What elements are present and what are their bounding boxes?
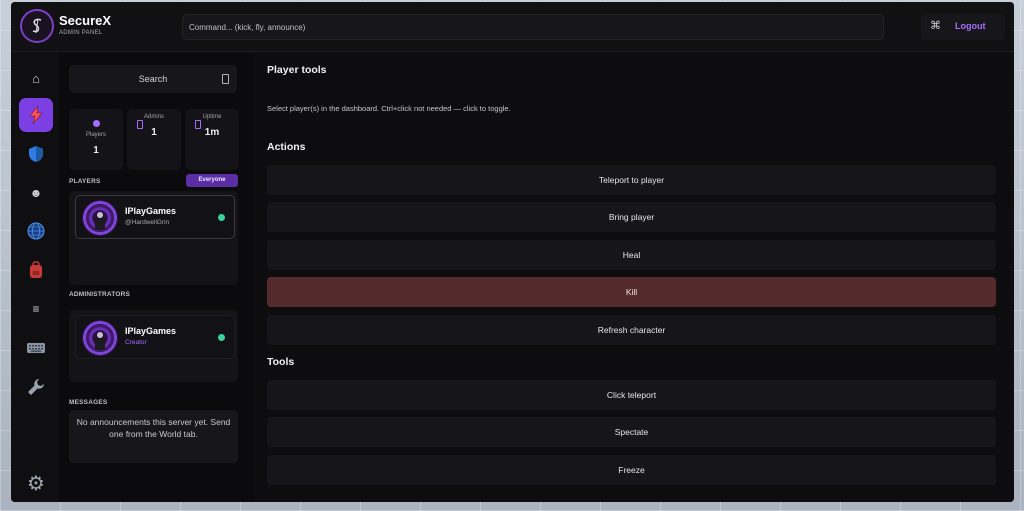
messages-section-label: MESSAGES [69, 399, 108, 406]
keyboard-icon[interactable] [19, 331, 53, 365]
players-list: IPlayGames @HardwellGrin [69, 191, 238, 285]
admin-panel-window: SecureX ADMIN PANEL ⌘ Logout ⌂ ☻ ≡ ⚙ [11, 2, 1014, 502]
search-icon [222, 74, 229, 84]
freeze-button[interactable]: Freeze [267, 455, 996, 485]
bring-player-button[interactable]: Bring player [267, 202, 996, 232]
player-handle: @HardwellGrin [125, 219, 170, 226]
players-section-label: PLAYERS [69, 178, 101, 185]
menu-icon[interactable]: ≡ [19, 292, 53, 326]
admin-role: Creator [125, 339, 147, 346]
kill-button[interactable]: Kill [267, 277, 996, 307]
main-content: Player tools Select player(s) in the das… [254, 53, 1014, 502]
face-icon[interactable]: ☻ [19, 176, 53, 210]
command-input[interactable] [182, 14, 884, 40]
stat-admins: Admins 1 [127, 109, 181, 170]
teleport-to-player-button[interactable]: Teleport to player [267, 165, 996, 195]
shield-icon[interactable] [19, 137, 53, 171]
actions-heading: Actions [267, 141, 306, 153]
stat-label: Uptime [202, 114, 222, 120]
players-filter-button[interactable]: Everyone [186, 174, 238, 187]
administrators-list: IPlayGames Creator [69, 310, 238, 382]
stat-uptime: Uptime 1m [185, 109, 239, 170]
globe-icon[interactable] [19, 214, 53, 248]
spectate-button[interactable]: Spectate [267, 417, 996, 447]
home-icon[interactable]: ⌂ [19, 61, 53, 95]
online-indicator [218, 334, 225, 341]
players-icon [92, 120, 100, 127]
backpack-icon[interactable] [19, 253, 53, 287]
wrench-icon[interactable] [19, 370, 53, 404]
player-name: IPlayGames [125, 206, 177, 216]
logout-label: Logout [955, 21, 986, 31]
nav-rail: ⌂ ☻ ≡ ⚙ [11, 53, 59, 502]
stat-label: Players [85, 132, 106, 138]
tools-heading: Tools [267, 356, 295, 368]
command-icon: ⌘ [930, 20, 941, 32]
stat-label: Admins [143, 114, 164, 120]
page-title: Player tools [267, 64, 327, 76]
player-card[interactable]: IPlayGames @HardwellGrin [75, 195, 235, 239]
online-indicator [218, 214, 225, 221]
brand-subtitle: ADMIN PANEL [59, 30, 103, 36]
top-bar: SecureX ADMIN PANEL ⌘ Logout [11, 2, 1014, 52]
admins-icon [137, 120, 143, 129]
administrators-section-label: ADMINISTRATORS [69, 291, 131, 298]
uptime-icon [195, 120, 201, 129]
securex-logo-icon [20, 9, 54, 43]
lightning-icon[interactable] [19, 98, 53, 132]
stat-players: Players 1 [69, 109, 123, 170]
avatar [82, 200, 118, 236]
refresh-character-button[interactable]: Refresh character [267, 315, 996, 345]
messages-box: No announcements this server yet. Send o… [69, 410, 238, 463]
search-label: Search [138, 74, 168, 84]
click-teleport-button[interactable]: Click teleport [267, 380, 996, 410]
search-button[interactable]: Search [69, 65, 237, 93]
admin-name: IPlayGames [125, 326, 177, 336]
stat-value: 1m [204, 127, 220, 138]
admin-card[interactable]: IPlayGames Creator [75, 315, 235, 359]
sidebar-panel: Search Players 1 Admins 1 Uptime 1m PLAY… [59, 53, 254, 502]
page-description: Select player(s) in the dashboard. Ctrl+… [267, 104, 511, 113]
avatar [82, 320, 118, 356]
gear-icon[interactable]: ⚙ [19, 466, 53, 500]
logout-button[interactable]: ⌘ Logout [921, 14, 1005, 40]
stat-value: 1 [93, 145, 99, 156]
brand-name: SecureX [59, 13, 112, 28]
heal-button[interactable]: Heal [267, 240, 996, 270]
stat-value: 1 [151, 127, 157, 138]
